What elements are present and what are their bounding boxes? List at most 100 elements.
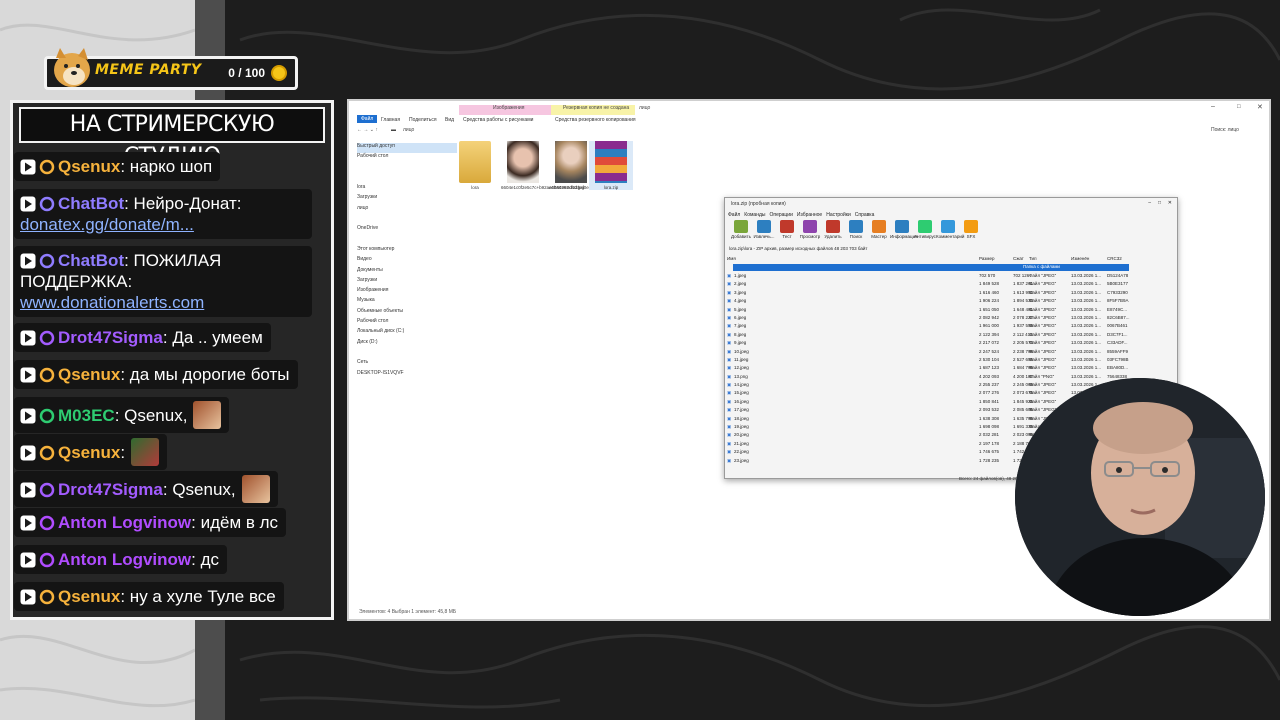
chat-username[interactable]: Qsenux xyxy=(58,157,120,176)
winrar-menu-item[interactable]: Файл xyxy=(728,212,740,218)
archive-row[interactable]: ▣ 7.jpeg 1 961 000 1 937 559 Файл "JPEG" 13.0… xyxy=(727,323,1157,331)
chat-username[interactable]: Drot47Sigma xyxy=(58,480,163,499)
nav-item[interactable]: DESKTOP-IS1VQVF xyxy=(357,370,457,380)
column-header[interactable]: Сжат xyxy=(1013,256,1024,261)
winrar-tool-button[interactable]: Извлечь... xyxy=(752,220,776,239)
archive-cell: Файл "JPEG" xyxy=(1029,382,1057,388)
file-item[interactable]: 6604e1c0f2e5c7c+b92aac5a026Sd6d.jpg xyxy=(501,141,584,190)
archive-row[interactable]: ▣ 4.jpeg 1 906 224 1 894 533 Файл "JPEG" 13.0… xyxy=(727,298,1157,306)
nav-item[interactable]: Загрузки xyxy=(357,194,457,204)
file-item[interactable]: lora xyxy=(453,141,497,190)
nav-item[interactable]: lora xyxy=(357,184,457,194)
chat-username[interactable]: Drot47Sigma xyxy=(58,328,163,347)
column-header[interactable]: Изменён xyxy=(1071,256,1089,261)
file-item-selected[interactable]: lora.zip xyxy=(589,141,633,190)
nav-item[interactable] xyxy=(357,349,457,359)
archive-row[interactable]: ▣ 12.jpeg 1 687 123 1 684 799 Файл "JPEG" 13.… xyxy=(727,365,1157,373)
search-input[interactable]: Поиск: лицо xyxy=(1211,127,1239,133)
archive-row[interactable]: ▣ 11.jpeg 2 530 104 2 527 656 Файл "JPEG" 13.… xyxy=(727,357,1157,365)
archive-row[interactable]: ▣ 6.jpeg 2 082 942 2 078 227 Файл "JPEG" 13.0… xyxy=(727,315,1157,323)
nav-item[interactable]: Видео xyxy=(357,256,457,266)
maximize-icon[interactable]: □ xyxy=(1158,200,1161,206)
close-icon[interactable]: ✕ xyxy=(1257,103,1263,111)
nav-item[interactable]: Музыка xyxy=(357,297,457,307)
winrar-tool-button[interactable]: Поиск xyxy=(844,220,868,239)
archive-row[interactable]: ▣ 13.png 4 202 093 4 200 187 Файл "PNG" 13.03… xyxy=(727,374,1157,382)
winrar-tool-button[interactable]: Тест xyxy=(775,220,799,239)
chat-link[interactable]: donatex.gg/donate/m... xyxy=(20,215,194,234)
nav-item[interactable]: Рабочий стол xyxy=(357,318,457,328)
chat-username[interactable]: ChatBot xyxy=(58,194,124,213)
nav-item[interactable]: Диск (D:) xyxy=(357,339,457,349)
winrar-tool-button[interactable]: Информация xyxy=(890,220,918,239)
winrar-tool-button[interactable]: Удалить xyxy=(821,220,845,239)
winrar-menu-item[interactable]: Избранное xyxy=(797,212,822,218)
nav-item[interactable]: Рабочий стол xyxy=(357,153,457,163)
maximize-icon[interactable]: □ xyxy=(1237,104,1241,110)
nav-item[interactable]: Документы xyxy=(357,267,457,277)
winrar-tool-button[interactable]: Комментарий xyxy=(936,220,964,239)
nav-item[interactable]: Загрузки xyxy=(357,277,457,287)
nav-item[interactable]: Сеть xyxy=(357,359,457,369)
archive-row[interactable]: ▣ 2.jpeg 1 849 528 1 837 261 Файл "JPEG" 13.0… xyxy=(727,281,1157,289)
ribbon-file[interactable]: Файл xyxy=(357,115,378,123)
chat-username[interactable]: Anton Logvinow xyxy=(58,513,191,532)
column-header[interactable]: Имя xyxy=(727,256,736,261)
winrar-tool-button[interactable]: Мастер xyxy=(867,220,891,239)
nav-item[interactable]: Локальный диск (C:) xyxy=(357,328,457,338)
winrar-menu-item[interactable]: Справка xyxy=(855,212,875,218)
ribbon-share[interactable]: Поделиться xyxy=(409,117,437,123)
close-icon[interactable]: ✕ xyxy=(1168,200,1172,206)
nav-arrows-icon[interactable]: ← → ⌄ ↑ xyxy=(357,127,378,133)
tab-backup[interactable]: Резервная копия не создана xyxy=(563,105,629,111)
chat-username[interactable]: Qsenux xyxy=(58,443,120,462)
chat-link[interactable]: www.donationalerts.com xyxy=(20,293,204,312)
ribbon-picture-tools[interactable]: Средства работы с рисунками xyxy=(463,117,533,123)
nav-item[interactable]: Этот компьютер xyxy=(357,246,457,256)
image-file-icon: ▣ xyxy=(727,314,732,320)
address-bar[interactable]: ← → ⌄ ↑ ▬ лицо Поиск: лицо xyxy=(349,127,1269,137)
ribbon-backup-tools[interactable]: Средства резервного копирования xyxy=(555,117,636,123)
minimize-icon[interactable]: – xyxy=(1211,103,1215,110)
archive-row[interactable]: ▣ 9.jpeg 2 217 072 2 205 573 Файл "JPEG" 13.0… xyxy=(727,340,1157,348)
nav-item[interactable]: Объемные объекты xyxy=(357,308,457,318)
chat-username[interactable]: Anton Logvinow xyxy=(58,550,191,569)
archive-row[interactable]: ▣ 1.jpeg 702 570 702 126 Файл "JPEG" 13.03.20… xyxy=(727,273,1157,281)
winrar-tool-button[interactable]: SFX xyxy=(959,220,983,239)
archive-cell: 702 570 xyxy=(979,273,996,278)
column-header[interactable]: Размер xyxy=(979,256,994,261)
chat-username[interactable]: Qsenux xyxy=(58,365,120,384)
archive-row[interactable]: ▣ 10.jpeg 2 247 524 2 238 798 Файл "JPEG" 13.… xyxy=(727,349,1157,357)
nav-item[interactable]: OneDrive xyxy=(357,225,457,235)
chat-username[interactable]: ChatBot xyxy=(58,251,124,270)
nav-item[interactable] xyxy=(357,164,457,174)
column-header[interactable]: CRC32 xyxy=(1107,256,1122,261)
winrar-tool-button[interactable]: Добавить xyxy=(729,220,753,239)
archive-row[interactable]: ▣ 3.jpeg 1 616 460 1 613 952 Файл "JPEG" 13.0… xyxy=(727,290,1157,298)
nav-item[interactable]: Изображения xyxy=(357,287,457,297)
winrar-tool-button[interactable]: Антивирус xyxy=(913,220,937,239)
chat-username[interactable]: Qsenux xyxy=(58,587,120,606)
winrar-menu-item[interactable]: Настройки xyxy=(826,212,851,218)
nav-item[interactable] xyxy=(357,215,457,225)
image-file-icon: ▣ xyxy=(727,457,732,463)
chat-username[interactable]: M03EC xyxy=(58,406,115,425)
tab-images[interactable]: Изображения xyxy=(493,105,524,111)
column-header[interactable]: Тип xyxy=(1029,256,1037,261)
archive-row[interactable]: ▣ 8.jpeg 2 122 394 2 112 413 Файл "JPEG" 13.0… xyxy=(727,332,1157,340)
winrar-menu-item[interactable]: Команды xyxy=(744,212,765,218)
ribbon-view[interactable]: Вид xyxy=(445,117,454,123)
nav-item[interactable] xyxy=(357,236,457,246)
winrar-menu-item[interactable]: Операции xyxy=(769,212,792,218)
minimize-icon[interactable]: – xyxy=(1148,200,1151,206)
archive-row[interactable]: ▣ 5.jpeg 1 651 050 1 648 481 Файл "JPEG" 13.0… xyxy=(727,307,1157,315)
parent-folder-row[interactable]: Папка с файлами xyxy=(733,264,1129,271)
nav-item[interactable]: лицо xyxy=(357,205,457,215)
winrar-tool-button[interactable]: Просмотр xyxy=(798,220,822,239)
winrar-path[interactable]: lora.zip\lora - ZIP архив, размер исходн… xyxy=(729,246,1173,254)
file-item[interactable]: e6b84992cf235ef0ea79f46d7455e303.jpg xyxy=(549,141,632,190)
user-badge-icon xyxy=(39,445,55,461)
nav-item[interactable] xyxy=(357,174,457,184)
ribbon-home[interactable]: Главная xyxy=(381,117,400,123)
nav-item[interactable]: Быстрый доступ xyxy=(357,143,457,154)
